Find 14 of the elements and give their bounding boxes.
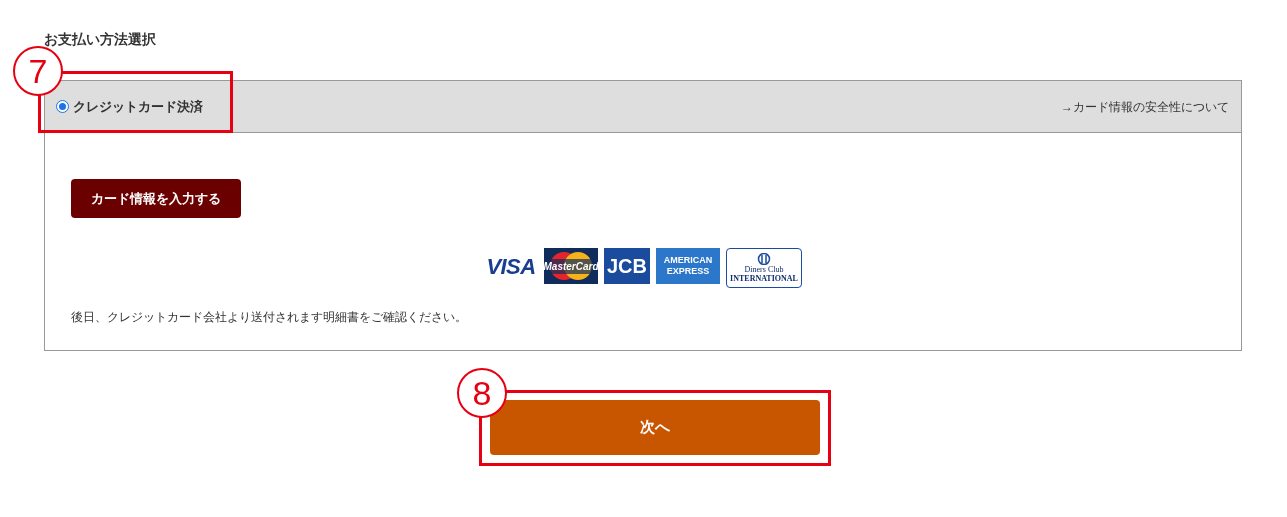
section-title: お支払い方法選択 — [44, 30, 157, 49]
amex-logo: AMERICAN EXPRESS — [656, 248, 720, 284]
radio-button[interactable] — [56, 100, 69, 113]
payment-option-label: クレジットカード決済 — [73, 97, 203, 116]
jcb-logo: JCB — [604, 248, 650, 284]
billing-note: 後日、クレジットカード会社より送付されます明細書をご確認ください。 — [71, 309, 468, 326]
visa-logo: VISA — [485, 252, 537, 281]
step-number-marker: 8 — [457, 368, 507, 418]
security-info-link[interactable]: →カード情報の安全性について — [1061, 97, 1229, 116]
step-number-marker: 7 — [13, 46, 63, 96]
enter-card-info-button[interactable]: カード情報を入力する — [71, 179, 241, 218]
mastercard-logo: MasterCard — [544, 248, 598, 284]
diners-club-logo: Diners Club INTERNATIONAL — [726, 248, 802, 288]
next-button[interactable]: 次へ — [490, 400, 820, 455]
